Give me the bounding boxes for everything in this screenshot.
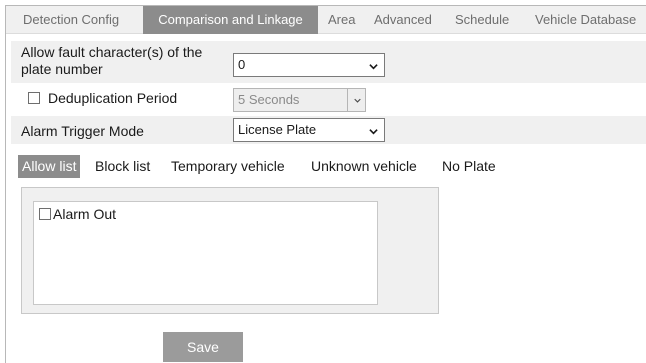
- dedup-label: Deduplication Period: [48, 90, 178, 106]
- tab-comparison-and-linkage[interactable]: Comparison and Linkage: [143, 6, 318, 34]
- chevron-down-icon: [354, 98, 361, 103]
- tab-advanced[interactable]: Advanced: [374, 6, 432, 34]
- tab-area[interactable]: Area: [328, 6, 355, 34]
- chevron-down-icon: [369, 129, 378, 135]
- alarm-out-label: Alarm Out: [53, 206, 117, 222]
- fault-characters-row: Allow fault character(s) of the plate nu…: [11, 41, 646, 83]
- fault-characters-value: 0: [238, 57, 246, 72]
- tab-unknown-vehicle[interactable]: Unknown vehicle: [311, 155, 417, 178]
- tab-allow-list[interactable]: Allow list: [18, 155, 81, 178]
- fault-characters-label-line2: plate number: [21, 61, 103, 77]
- tab-vehicle-database[interactable]: Vehicle Database: [535, 6, 636, 34]
- save-button[interactable]: Save: [163, 332, 243, 362]
- config-frame: Detection Config Comparison and Linkage …: [5, 5, 646, 363]
- alarm-trigger-value: License Plate: [238, 122, 317, 137]
- alarm-out-box: Alarm Out: [33, 201, 378, 305]
- tab-schedule[interactable]: Schedule: [455, 6, 509, 34]
- alarm-trigger-select[interactable]: License Plate: [233, 118, 385, 142]
- tab-temporary-vehicle[interactable]: Temporary vehicle: [171, 155, 285, 178]
- dedup-value: 5 Seconds: [238, 92, 300, 107]
- fault-characters-label-line1: Allow fault character(s) of the: [21, 44, 203, 60]
- allow-list-panel: Alarm Out: [21, 187, 439, 314]
- tab-block-list[interactable]: Block list: [95, 155, 150, 178]
- dedup-row: Deduplication Period 5 Seconds: [11, 84, 646, 114]
- alarm-trigger-label: Alarm Trigger Mode: [21, 123, 144, 139]
- list-tab-bar: Allow list Block list Temporary vehicle …: [18, 155, 646, 178]
- fault-characters-select[interactable]: 0: [233, 53, 385, 77]
- tab-no-plate[interactable]: No Plate: [442, 155, 496, 178]
- alarm-out-checkbox[interactable]: [39, 208, 51, 220]
- dedup-select[interactable]: 5 Seconds: [233, 88, 366, 112]
- fault-characters-label: Allow fault character(s) of the plate nu…: [21, 44, 202, 78]
- alarm-trigger-row: Alarm Trigger Mode License Plate: [11, 116, 646, 144]
- select-separator: [347, 89, 348, 111]
- dedup-checkbox[interactable]: [28, 92, 40, 104]
- chevron-down-icon: [369, 64, 378, 70]
- tab-detection-config[interactable]: Detection Config: [23, 6, 119, 34]
- tab-bar: Detection Config Comparison and Linkage …: [6, 6, 646, 34]
